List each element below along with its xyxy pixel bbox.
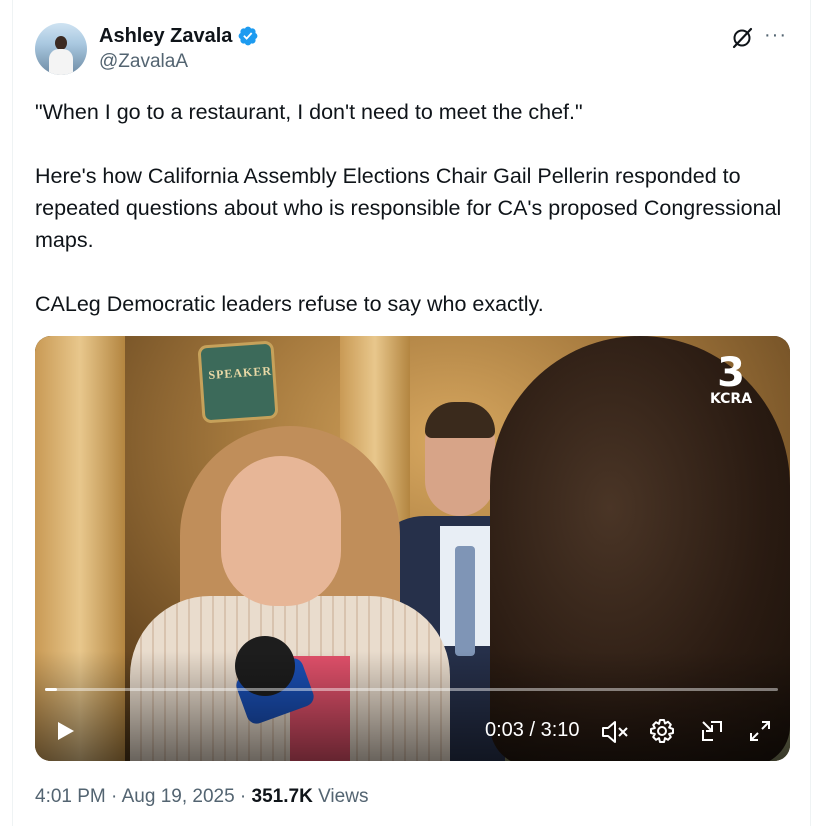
separator: · [234,786,252,807]
speaker-sign-text: SPEAKER [207,363,273,383]
fullscreen-icon[interactable] [747,718,773,744]
tweet-metadata: 4:01 PM · Aug 19, 2025 · 351.7K Views [35,784,368,810]
video-player[interactable]: SPEAKER 3 KCRA 0:03 / 3:10 [35,336,790,761]
avatar[interactable] [35,23,87,75]
mute-icon[interactable] [600,719,630,745]
post-time[interactable]: 4:01 PM [35,786,106,807]
author-handle[interactable]: @ZavalaA [99,50,188,74]
settings-icon[interactable] [649,718,675,744]
man-tie [455,546,475,656]
speaker-sign: SPEAKER [200,343,276,421]
separator: · [105,786,122,807]
station-name: KCRA [709,391,753,407]
avatar-head [55,36,67,50]
pip-icon[interactable] [699,718,725,744]
progress-fill [45,688,57,691]
station-logo: 3 KCRA [701,350,761,412]
verified-badge-icon [238,26,258,46]
views-count: 351.7K [251,786,313,807]
controls-gradient [35,651,790,761]
play-icon[interactable] [53,719,77,743]
tweet-text: "When I go to a restaurant, I don't need… [35,100,782,316]
avatar-body [49,49,73,75]
woman-face [221,456,341,606]
more-options-button[interactable]: ··· [764,24,790,46]
progress-bar[interactable] [45,688,778,691]
views-label: Views [312,786,369,807]
post-date[interactable]: Aug 19, 2025 [122,786,235,807]
grok-icon[interactable] [729,25,755,51]
author-name[interactable]: Ashley Zavala [99,24,232,48]
station-number: 3 [717,350,745,396]
time-display: 0:03 / 3:10 [485,719,580,741]
